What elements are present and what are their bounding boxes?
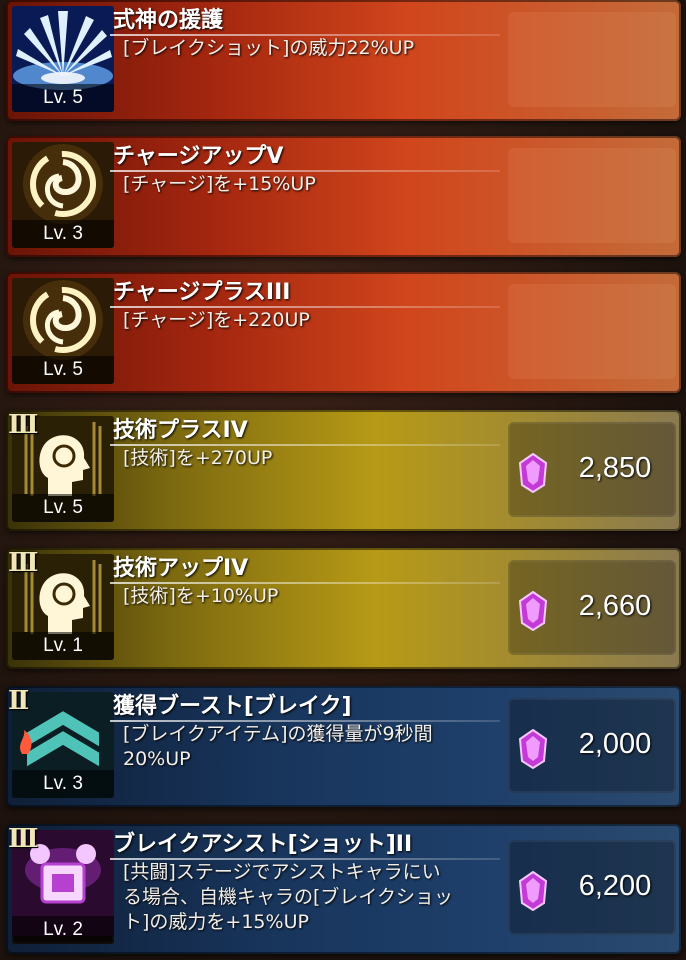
skill-level: Lv. 3 bbox=[12, 770, 114, 798]
rank-badge: III bbox=[8, 824, 38, 854]
skill-level: Lv. 3 bbox=[12, 220, 114, 248]
skill-card[interactable]: Lv. 3 チャージアップV [チャージ]を+15%UP bbox=[6, 136, 681, 257]
price-button[interactable]: 2,850 bbox=[508, 422, 676, 517]
price-button[interactable]: 2,660 bbox=[508, 560, 676, 655]
rank-badge: III bbox=[8, 548, 38, 578]
price-amount: 2,850 bbox=[578, 452, 652, 484]
skill-icon-frame: Lv. 3 bbox=[12, 142, 114, 248]
skill-description: [技術]を+270UP bbox=[123, 447, 273, 469]
skill-name: チャージアップV bbox=[113, 144, 284, 169]
skill-card[interactable]: Lv. 5 式神の援護 [ブレイクショット]の威力22%UP bbox=[6, 0, 681, 121]
skill-list: Lv. 5 式神の援護 [ブレイクショット]の威力22%UP Lv. 3 チャー… bbox=[0, 0, 686, 960]
skill-card[interactable]: Lv. 5 III 技術プラスIV [技術]を+270UP 2,850 bbox=[6, 410, 681, 531]
skill-level: Lv. 2 bbox=[12, 916, 114, 944]
skill-icon-frame: Lv. 3 bbox=[12, 692, 114, 798]
skill-description: [ブレイクショット]の威力22%UP bbox=[123, 37, 415, 59]
price-amount: 6,200 bbox=[578, 870, 652, 902]
skill-name: チャージプラスIII bbox=[113, 280, 291, 305]
gem-icon bbox=[518, 871, 548, 911]
skill-description: [チャージ]を+15%UP bbox=[123, 173, 316, 195]
price-button[interactable]: 6,200 bbox=[508, 840, 676, 935]
skill-card[interactable]: Lv. 3 II 獲得ブースト[ブレイク] [ブレイクアイテム]の獲得量が9秒間… bbox=[6, 686, 681, 807]
rank-badge: III bbox=[8, 410, 38, 440]
skill-level: Lv. 5 bbox=[12, 494, 114, 522]
skill-description: [共闘]ステージでアシストキャラにい る場合、自機キャラの[ブレイクショッ ト]… bbox=[123, 861, 454, 933]
price-button[interactable]: 2,000 bbox=[508, 698, 676, 793]
price-slot-empty bbox=[508, 284, 676, 379]
skill-icon-frame: Lv. 5 bbox=[12, 6, 114, 112]
skill-name: 式神の援護 bbox=[113, 8, 224, 33]
skill-description: [ブレイクアイテム]の獲得量が9秒間 20%UP bbox=[123, 723, 433, 770]
skill-level: Lv. 1 bbox=[12, 632, 114, 660]
skill-name: ブレイクアシスト[ショット]II bbox=[113, 832, 413, 857]
rank-badge: II bbox=[8, 686, 29, 716]
skill-level: Lv. 5 bbox=[12, 356, 114, 384]
gem-icon bbox=[518, 591, 548, 631]
gem-icon bbox=[518, 453, 548, 493]
skill-card[interactable]: Lv. 2 III ブレイクアシスト[ショット]II [共闘]ステージでアシスト… bbox=[6, 824, 681, 954]
price-slot-empty bbox=[508, 12, 676, 107]
price-slot-empty bbox=[508, 148, 676, 243]
skill-card[interactable]: Lv. 1 III 技術アップIV [技術]を+10%UP 2,660 bbox=[6, 548, 681, 669]
skill-name: 獲得ブースト[ブレイク] bbox=[113, 694, 352, 719]
skill-level: Lv. 5 bbox=[12, 84, 114, 112]
skill-description: [技術]を+10%UP bbox=[123, 585, 279, 607]
price-amount: 2,000 bbox=[578, 728, 652, 760]
gem-icon bbox=[518, 729, 548, 769]
skill-description: [チャージ]を+220UP bbox=[123, 309, 310, 331]
skill-card[interactable]: Lv. 5 チャージプラスIII [チャージ]を+220UP bbox=[6, 272, 681, 393]
price-amount: 2,660 bbox=[578, 590, 652, 622]
skill-name: 技術アップIV bbox=[113, 556, 249, 581]
skill-name: 技術プラスIV bbox=[113, 418, 248, 443]
skill-icon-frame: Lv. 5 bbox=[12, 278, 114, 384]
